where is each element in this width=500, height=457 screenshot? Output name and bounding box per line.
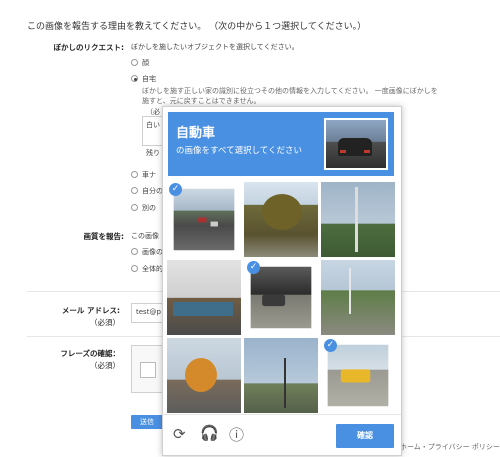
phrase-label: フレーズの確認： — [60, 349, 120, 358]
email-required: （必須） — [90, 318, 120, 327]
radio-car[interactable] — [131, 171, 138, 178]
phrase-required: （必須） — [90, 361, 120, 370]
headphones-icon[interactable]: 🎧 — [200, 424, 219, 442]
send-button[interactable]: 送信 — [131, 415, 163, 429]
image-report-label: 画質を報告: — [83, 232, 125, 241]
selected-check-icon: ✓ — [247, 261, 260, 274]
radio-self-label: 自分の — [142, 187, 163, 195]
radio-self[interactable] — [131, 187, 138, 194]
captcha-tile-car-in-parking[interactable] — [250, 266, 312, 329]
captcha-header: 自動車 の画像をすべて選択してください — [168, 112, 394, 176]
radio-face[interactable] — [131, 59, 138, 66]
radio-overall[interactable] — [131, 265, 138, 272]
info-icon[interactable]: ⓘ — [229, 424, 244, 445]
blur-instruction: ぼかしを施したいオブジェクトを選択してください。 — [131, 43, 299, 51]
remaining-chars-fragment: 残り — [146, 149, 160, 157]
selected-check-icon: ✓ — [169, 183, 182, 196]
radio-home[interactable] — [131, 75, 138, 82]
image-report-text: この画像 — [131, 232, 159, 240]
radio-image-quality-label: 画像の — [142, 248, 163, 256]
radio-face-label: 顔 — [142, 59, 149, 67]
radio-image-quality[interactable] — [131, 248, 138, 255]
home-note-line2: 施すと、元に戻すことはできません。 — [142, 97, 261, 105]
captcha-footer: ⟳ 🎧 ⓘ 確認 — [163, 414, 401, 455]
radio-home-label: 自宅 — [142, 75, 156, 83]
radio-other-label: 別の — [142, 204, 156, 212]
captcha-tile-yellow-taxi[interactable] — [327, 344, 389, 407]
email-label: メール アドレス: — [61, 306, 120, 315]
verify-button[interactable]: 確認 — [336, 424, 394, 448]
refresh-icon[interactable]: ⟳ — [173, 425, 186, 443]
captcha-tile-road-with-cars[interactable] — [173, 188, 235, 251]
captcha-tile-utility-pole[interactable] — [321, 182, 395, 257]
captcha-tile-storefront[interactable] — [167, 260, 241, 335]
home-note-line1: ぼかしを施す正しい家の識別に役立つその他の情報を入力してください。 一度画像にぼ… — [142, 87, 438, 95]
captcha-dialog: 自動車 の画像をすべて選択してください ✓ ✓ ✓ ⟳ 🎧 ⓘ 確認 — [162, 106, 402, 456]
captcha-tile-autumn-tree[interactable] — [167, 338, 241, 413]
captcha-tile-sky-pole[interactable] — [244, 338, 318, 413]
captcha-sample-image — [324, 118, 388, 170]
radio-overall-label: 全体的 — [142, 265, 163, 273]
blur-request-label: ぼかしのリクエスト: — [53, 43, 125, 52]
captcha-tile-road-trees[interactable] — [321, 260, 395, 335]
captcha-title: 自動車 — [176, 125, 216, 140]
radio-other[interactable] — [131, 204, 138, 211]
footer-links[interactable]: ホーム・プライバシー ポリシー — [400, 442, 500, 452]
captcha-subtitle: の画像をすべて選択してください — [176, 145, 303, 155]
radio-car-label: 車ナ — [142, 171, 156, 179]
report-heading: この画像を報告する理由を教えてください。 （次の中から１つ選択してください。） — [27, 22, 367, 32]
selected-check-icon: ✓ — [324, 339, 337, 352]
captcha-checkbox[interactable] — [140, 362, 156, 378]
captcha-tile-tree[interactable] — [244, 182, 318, 257]
